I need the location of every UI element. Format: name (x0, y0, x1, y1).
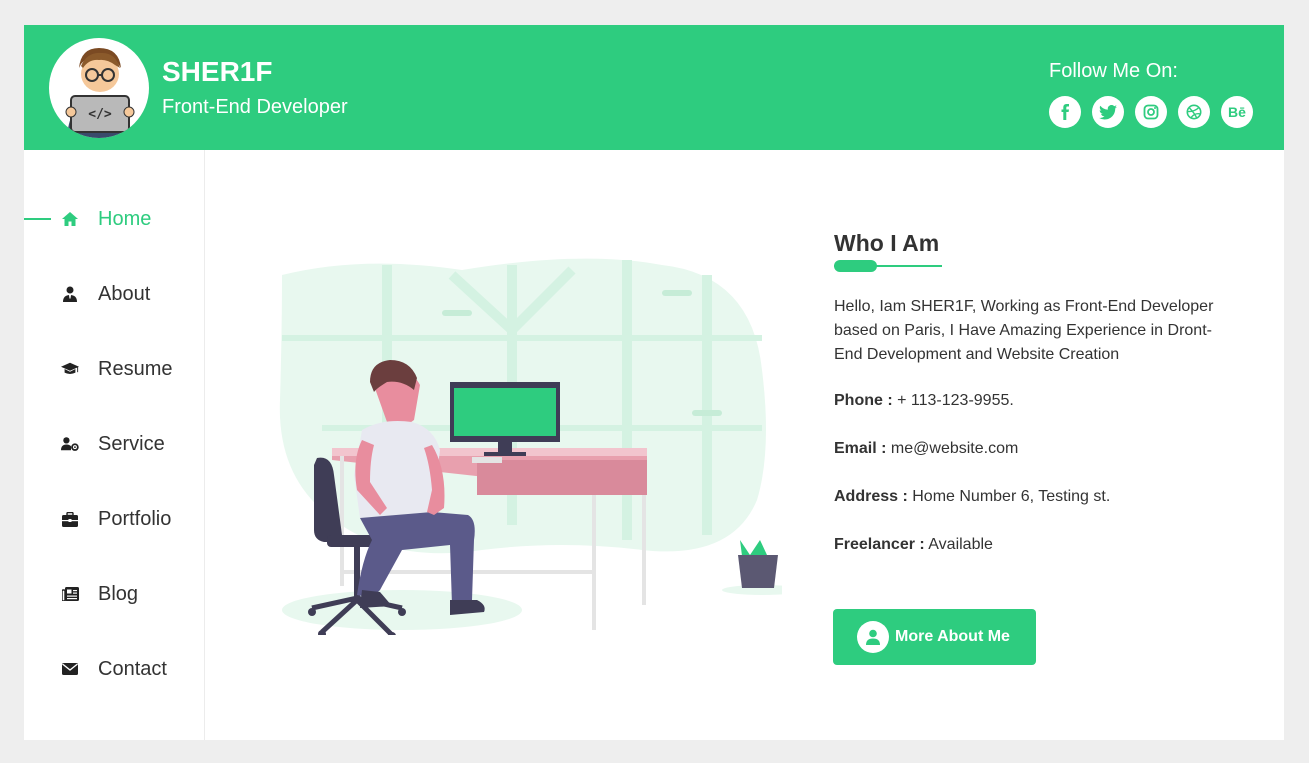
dribbble-link[interactable] (1178, 96, 1210, 128)
newspaper-icon (61, 585, 79, 603)
home-icon (61, 210, 79, 228)
address-info: Address : Home Number 6, Testing st. (834, 488, 1224, 506)
sidebar-item-service[interactable]: Service (24, 424, 204, 464)
email-label: Email : (834, 440, 887, 457)
brand-role: Front-End Developer (162, 96, 348, 118)
sidebar-item-portfolio[interactable]: Portfolio (24, 499, 204, 539)
more-about-me-button[interactable]: More About Me (833, 609, 1036, 665)
sidebar-item-label: About (98, 282, 151, 305)
facebook-link[interactable] (1049, 96, 1081, 128)
sidebar-item-about[interactable]: About (24, 274, 204, 314)
twitter-icon (1099, 104, 1117, 120)
freelancer-value: Available (928, 536, 993, 553)
header: </> SHER1F Front-End Developer Follow Me… (24, 25, 1284, 150)
user-tie-icon (61, 285, 79, 303)
address-label: Address : (834, 488, 908, 505)
avatar: </> (49, 38, 149, 138)
sidebar-item-label: Resume (98, 357, 173, 380)
sidebar-item-blog[interactable]: Blog (24, 574, 204, 614)
hero-illustration (262, 250, 802, 644)
phone-label: Phone : (834, 392, 893, 409)
follow-label: Follow Me On: (1049, 60, 1178, 82)
freelancer-info: Freelancer : Available (834, 536, 1224, 554)
briefcase-icon (61, 510, 79, 528)
user-cog-icon (61, 435, 79, 453)
envelope-icon (61, 660, 79, 678)
sidebar-item-label: Contact (98, 657, 167, 680)
sidebar-item-home[interactable]: Home (24, 199, 204, 239)
title-underline (834, 259, 942, 272)
facebook-icon (1061, 104, 1069, 120)
section-title: Who I Am (834, 230, 940, 256)
sidebar-nav: Home About Resume Service Portfolio Blog… (24, 150, 205, 740)
sidebar-item-resume[interactable]: Resume (24, 349, 204, 389)
dribbble-icon (1186, 104, 1202, 120)
sidebar-item-label: Portfolio (98, 507, 172, 530)
behance-icon: Bē (1228, 104, 1246, 120)
email-value: me@website.com (890, 440, 1019, 457)
address-value: Home Number 6, Testing st. (912, 488, 1111, 505)
twitter-link[interactable] (1092, 96, 1124, 128)
sidebar-item-label: Blog (98, 582, 139, 605)
sidebar-item-contact[interactable]: Contact (24, 649, 204, 689)
freelancer-label: Freelancer : (834, 536, 925, 553)
instagram-icon (1143, 104, 1159, 120)
phone-value: + 113-123-9955. (897, 392, 1014, 409)
brand-name: SHER1F (162, 56, 273, 87)
phone-info: Phone : + 113-123-9955. (834, 392, 1224, 410)
svg-text:</>: </> (88, 107, 112, 122)
graduation-cap-icon (61, 360, 79, 378)
page-frame: </> SHER1F Front-End Developer Follow Me… (24, 25, 1284, 740)
instagram-link[interactable] (1135, 96, 1167, 128)
bio-text: Hello, Iam SHER1F, Working as Front-End … (834, 298, 1214, 363)
sidebar-item-label: Service (98, 432, 165, 455)
email-info: Email : me@website.com (834, 440, 1224, 458)
user-icon (857, 621, 889, 653)
about-section: Who I Am Hello, Iam SHER1F, Working as F… (834, 230, 1224, 554)
social-links: Bē (1049, 96, 1253, 128)
behance-link[interactable]: Bē (1221, 96, 1253, 128)
button-label: More About Me (895, 628, 1010, 645)
sidebar-item-label: Home (98, 207, 152, 230)
